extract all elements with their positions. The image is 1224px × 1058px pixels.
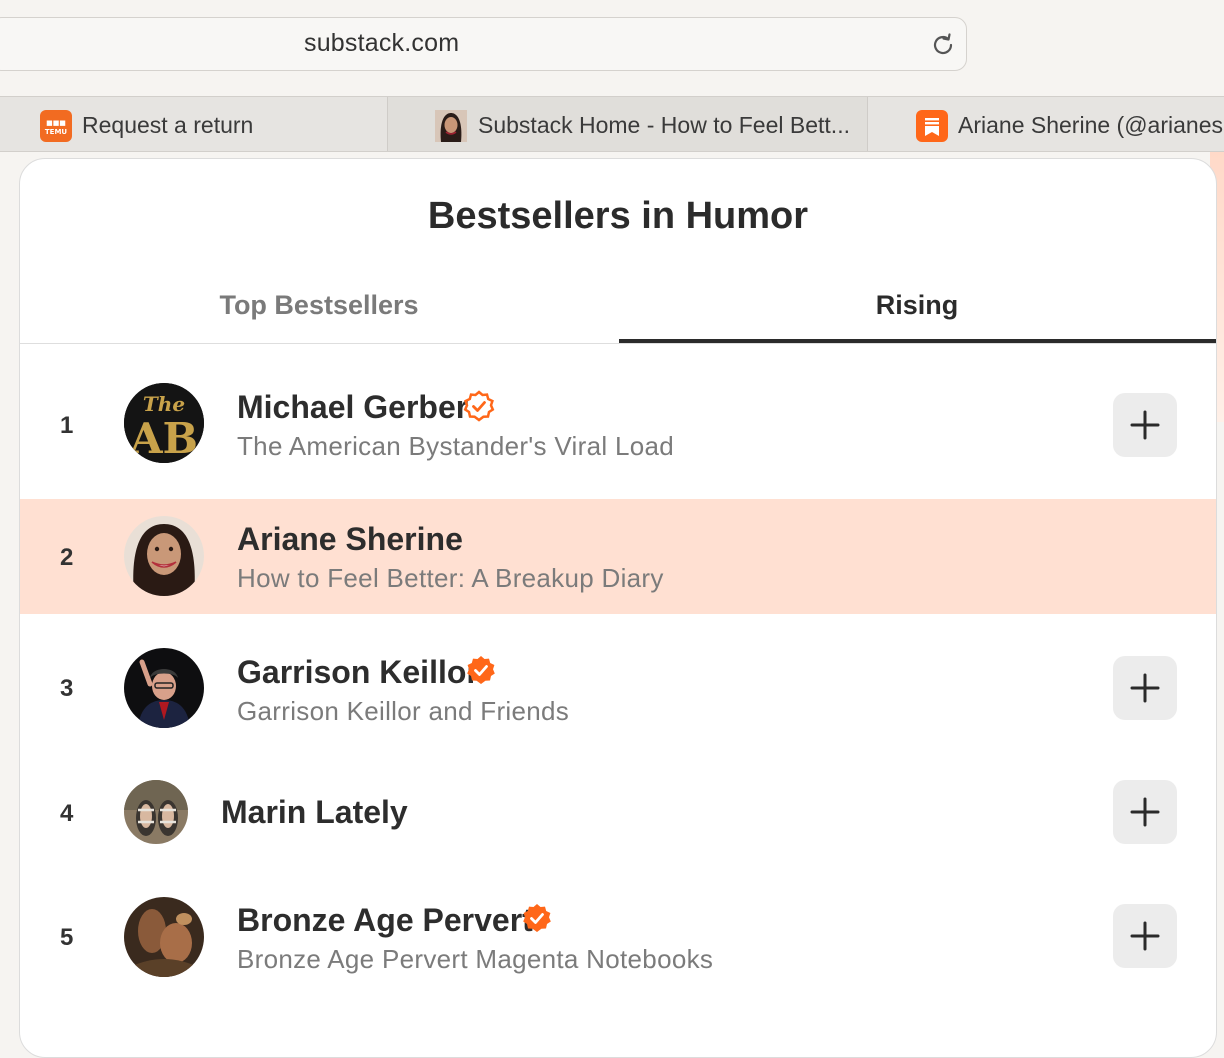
avatar <box>124 648 204 728</box>
verified-badge-icon <box>467 656 495 684</box>
active-tab-indicator <box>619 339 1216 343</box>
browser-tab-temu[interactable]: ■■■ TEMU Request a return <box>0 97 388 151</box>
plus-icon <box>1130 410 1160 440</box>
list-item[interactable]: 5 Bronze Age Pervert Bronze Age Pervert … <box>20 866 1216 1006</box>
rank-number: 3 <box>60 675 74 702</box>
avatar-icon <box>435 110 467 142</box>
tab-label: Substack Home - How to Feel Bett... <box>478 112 850 138</box>
browser-tab-substack-home[interactable]: Substack Home - How to Feel Bett... <box>388 97 868 151</box>
author-name[interactable]: Bronze Age Pervert <box>237 902 533 939</box>
verified-badge-icon <box>463 390 495 422</box>
tab-top-bestsellers[interactable]: Top Bestsellers <box>20 271 618 343</box>
rank-number: 5 <box>60 924 74 951</box>
avatar <box>124 897 204 977</box>
browser-toolbar: substack.com <box>0 0 1224 96</box>
substack-icon <box>916 110 948 142</box>
rank-number: 4 <box>60 800 74 827</box>
plus-icon <box>1130 673 1160 703</box>
plus-icon <box>1130 797 1160 827</box>
author-name[interactable]: Ariane Sherine <box>237 521 463 558</box>
url-text[interactable]: substack.com <box>304 29 459 58</box>
rank-number: 2 <box>60 544 74 571</box>
address-bar[interactable] <box>0 17 967 71</box>
subscribe-button[interactable] <box>1113 393 1177 457</box>
avatar <box>124 516 204 596</box>
svg-text:AB: AB <box>129 414 198 463</box>
reload-icon[interactable] <box>929 31 957 59</box>
plus-icon <box>1130 921 1160 951</box>
svg-text:■■■: ■■■ <box>46 119 66 127</box>
browser-tab-ariane-sherine[interactable]: Ariane Sherine (@arianesh <box>868 97 1224 151</box>
list-item[interactable]: 2 Ariane Sherine How to Feel Better: A B… <box>20 499 1216 614</box>
tab-label: Ariane Sherine (@arianesh <box>958 112 1224 138</box>
svg-text:TEMU: TEMU <box>45 128 68 136</box>
avatar <box>124 780 188 844</box>
list-item[interactable]: 4 Marin Lately <box>20 758 1216 866</box>
category-tabs: Top Bestsellers Rising <box>20 271 1216 344</box>
bestsellers-sheet: Bestsellers in Humor Top Bestsellers Ris… <box>19 158 1217 1058</box>
subscribe-button[interactable] <box>1113 656 1177 720</box>
publication-name: The American Bystander's Viral Load <box>237 431 674 461</box>
svg-text:The: The <box>143 392 185 416</box>
publication-name: Garrison Keillor and Friends <box>237 696 570 726</box>
tab-label: Request a return <box>82 112 254 138</box>
rank-number: 1 <box>60 412 74 439</box>
author-name[interactable]: Garrison Keillor <box>237 654 479 691</box>
subscribe-button[interactable] <box>1113 780 1177 844</box>
avatar: The AB <box>124 383 204 463</box>
list-item[interactable]: 3 Garrison Keillor Garrison Keillor and … <box>20 614 1216 758</box>
page-title: Bestsellers in Humor <box>427 195 809 237</box>
tab-rising[interactable]: Rising <box>618 271 1216 343</box>
tab-bar: ■■■ TEMU Request a return Substack Home -… <box>0 96 1224 152</box>
publication-name: Bronze Age Pervert Magenta Notebooks <box>237 944 714 974</box>
verified-badge-icon <box>523 904 551 932</box>
author-name[interactable]: Marin Lately <box>221 794 408 831</box>
subscribe-button[interactable] <box>1113 904 1177 968</box>
publication-name: How to Feel Better: A Breakup Diary <box>237 563 664 593</box>
temu-icon: ■■■ TEMU <box>40 110 72 142</box>
list-item[interactable]: 1 The AB Michael Gerber The American Bys… <box>20 345 1216 499</box>
author-name[interactable]: Michael Gerber <box>237 389 468 426</box>
